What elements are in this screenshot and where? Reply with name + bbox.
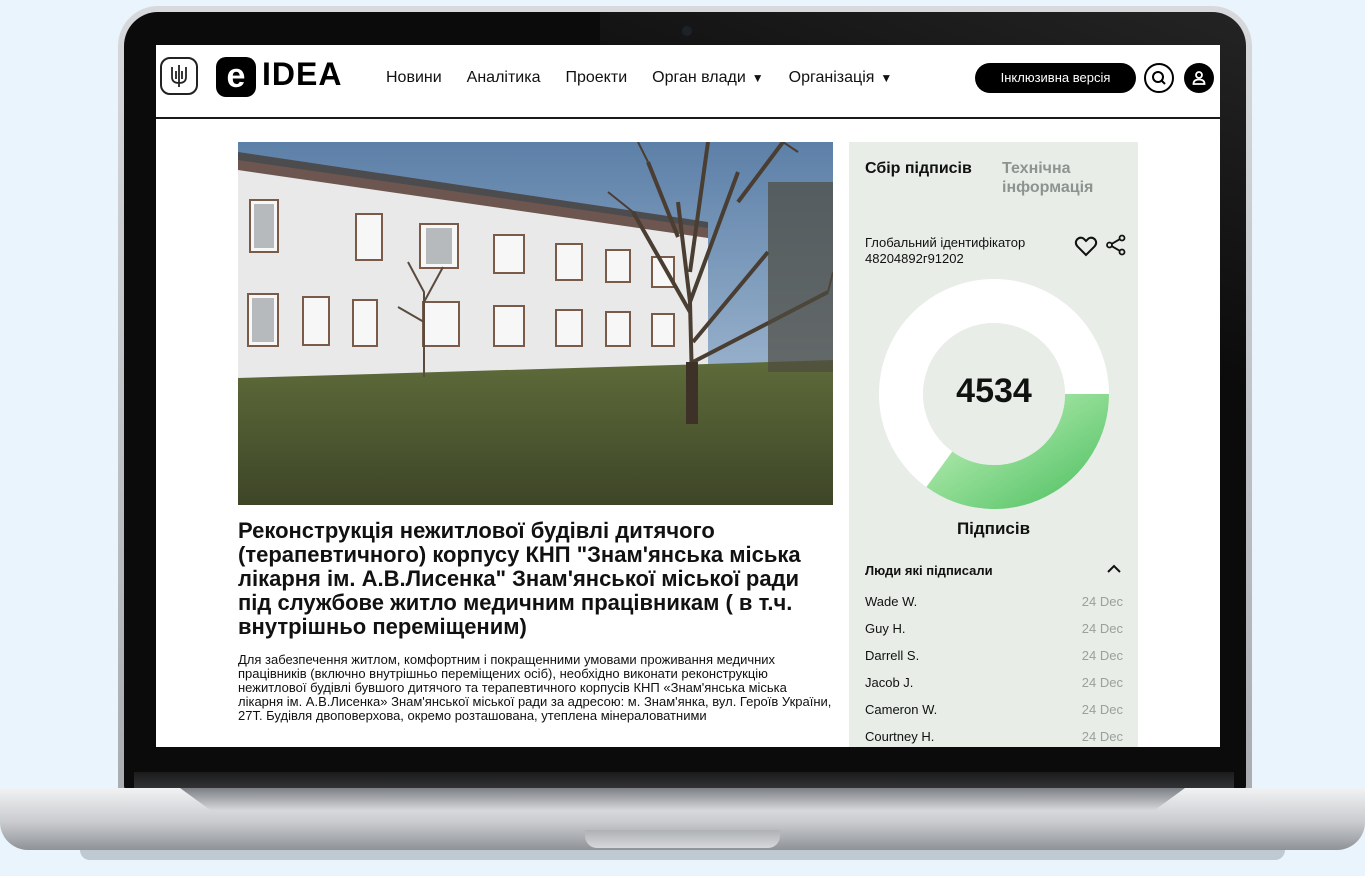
logo-mark[interactable]: e xyxy=(216,57,256,97)
inclusive-version-button[interactable]: Інклюзивна версія xyxy=(975,63,1136,93)
project-photo xyxy=(238,142,833,505)
search-button[interactable] xyxy=(1144,63,1174,93)
signer-date: 24 Dec xyxy=(1081,729,1123,744)
nav-label: Проекти xyxy=(565,69,628,86)
account-button[interactable] xyxy=(1184,63,1214,93)
site-header: e IDEA Новини Аналітика Проекти Орган вл… xyxy=(156,45,1220,119)
signer-name: Wade W. xyxy=(865,594,918,609)
browser-viewport: e IDEA Новини Аналітика Проекти Орган вл… xyxy=(156,45,1220,747)
logo-text[interactable]: IDEA xyxy=(262,56,342,93)
user-icon xyxy=(1192,71,1206,85)
signer-date: 24 Dec xyxy=(1081,675,1123,690)
share-icon[interactable] xyxy=(1105,234,1127,256)
nav-label: Орган влади xyxy=(652,69,746,86)
article-title: Реконструкція нежитлової будівлі дитячог… xyxy=(238,518,801,639)
list-item: Courtney H. 24 Dec xyxy=(865,723,1123,747)
laptop-notch xyxy=(585,830,780,848)
caret-down-icon: ▼ xyxy=(880,71,893,85)
signers-title: Люди які підписали xyxy=(865,563,993,578)
signer-name: Guy H. xyxy=(865,621,906,636)
global-id-value: 48204892г91202 xyxy=(865,251,964,266)
signer-date: 24 Dec xyxy=(1081,648,1123,663)
nav-item-projects[interactable]: Проекти xyxy=(565,69,627,87)
search-icon xyxy=(1152,71,1166,85)
nav-item-analytics[interactable]: Аналітика xyxy=(467,69,541,87)
signer-name: Jacob J. xyxy=(865,675,914,690)
signer-name: Courtney H. xyxy=(865,729,935,744)
nav-label: Новини xyxy=(386,69,442,86)
signer-date: 24 Dec xyxy=(1081,621,1123,636)
heart-icon[interactable] xyxy=(1074,235,1098,257)
signers-list: Wade W. 24 Dec Guy H. 24 Dec Darrell S. … xyxy=(865,588,1123,747)
trident-icon[interactable] xyxy=(160,57,198,95)
nav-item-organization[interactable]: Організація ▼ xyxy=(789,69,893,87)
article-body: Для забезпечення житлом, комфортним і по… xyxy=(238,652,832,723)
chevron-up-icon[interactable] xyxy=(1107,564,1121,574)
tab-technical-info[interactable]: Технічна інформація xyxy=(1002,159,1132,197)
list-item: Wade W. 24 Dec xyxy=(865,588,1123,615)
tab-signature-collection[interactable]: Сбір підписів xyxy=(865,159,985,178)
list-item: Darrell S. 24 Dec xyxy=(865,642,1123,669)
webcam xyxy=(682,26,692,36)
global-id-label: Глобальний ідентифікатор xyxy=(865,235,1026,250)
signer-date: 24 Dec xyxy=(1081,594,1123,609)
caret-down-icon: ▼ xyxy=(751,71,764,85)
signer-name: Cameron W. xyxy=(865,702,938,717)
laptop-deck xyxy=(180,788,1185,810)
signer-name: Darrell S. xyxy=(865,648,920,663)
signer-date: 24 Dec xyxy=(1081,702,1123,717)
signature-count: 4534 xyxy=(956,372,1032,410)
signatures-label: Підписів xyxy=(956,519,1031,538)
laptop-shadow xyxy=(80,850,1285,860)
signature-panel: Сбір підписів Технічна інформація Глобал… xyxy=(849,142,1138,747)
nav-label: Аналітика xyxy=(466,69,541,86)
list-item: Cameron W. 24 Dec xyxy=(865,696,1123,723)
nav-item-news[interactable]: Новини xyxy=(386,69,442,87)
nav-item-authority[interactable]: Орган влади ▼ xyxy=(652,69,764,87)
list-item: Jacob J. 24 Dec xyxy=(865,669,1123,696)
list-item: Guy H. 24 Dec xyxy=(865,615,1123,642)
main-nav: Новини Аналітика Проекти Орган влади ▼ О… xyxy=(386,69,917,87)
nav-label: Організація xyxy=(788,69,875,86)
